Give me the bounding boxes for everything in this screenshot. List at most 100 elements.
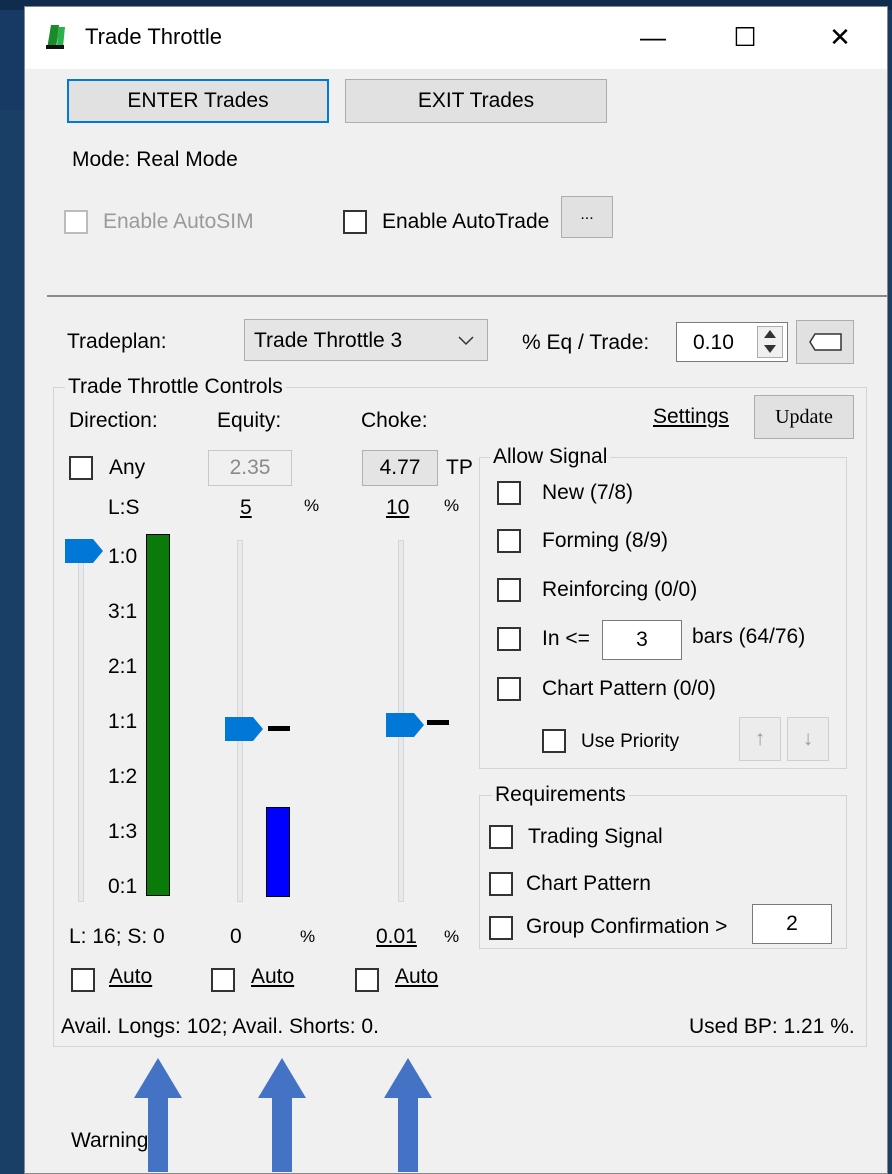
tag-button[interactable] — [796, 320, 854, 364]
arrow-up-icon — [258, 1058, 306, 1172]
title-bar: Trade Throttle — ☐ ✕ — [25, 7, 887, 69]
enable-autotrade-checkbox[interactable] — [343, 210, 367, 234]
tradeplan-value: Trade Throttle 3 — [254, 329, 403, 352]
trading-signal-label: Trading Signal — [528, 825, 663, 848]
choke-suffix: TP — [446, 456, 473, 479]
new-signal-checkbox[interactable] — [497, 481, 521, 505]
forming-signal-checkbox[interactable] — [497, 529, 521, 553]
trading-signal-checkbox[interactable] — [489, 825, 513, 849]
autotrade-settings-button[interactable]: ... — [561, 196, 613, 238]
eq-trade-value: 0.10 — [693, 331, 734, 354]
use-priority-checkbox[interactable] — [542, 729, 566, 753]
choke-slider-thumb[interactable] — [386, 713, 426, 737]
group-confirmation-checkbox[interactable] — [489, 916, 513, 940]
direction-auto-label[interactable]: Auto — [109, 965, 152, 989]
choke-auto-checkbox[interactable] — [355, 968, 379, 992]
choke-top-value[interactable]: 10 — [386, 496, 409, 520]
direction-tick-label: 1:2 — [108, 765, 138, 788]
choke-bottom-value[interactable]: 0.01 — [376, 925, 417, 949]
in-bars-suffix: bars (64/76) — [692, 625, 806, 648]
equity-top-value[interactable]: 5 — [240, 496, 252, 520]
equity-bottom-value: 0 — [230, 925, 242, 948]
arrow-up-icon — [384, 1058, 432, 1172]
update-button[interactable]: Update — [754, 395, 854, 439]
enter-trades-button[interactable]: ENTER Trades — [67, 79, 329, 123]
spinner-up-icon — [764, 330, 776, 338]
direction-slider-thumb[interactable] — [65, 539, 105, 563]
chevron-down-icon — [458, 336, 474, 346]
equity-top-unit: % — [304, 496, 320, 515]
window-title: Trade Throttle — [85, 24, 222, 49]
direction-tick-label: 1:3 — [108, 820, 138, 843]
direction-label: Direction: — [69, 409, 158, 432]
priority-up-button[interactable]: ↑ — [739, 717, 781, 761]
exit-trades-button[interactable]: EXIT Trades — [345, 79, 607, 123]
ratio-header: L:S — [108, 496, 140, 519]
choke-value-field: 4.77 — [362, 450, 438, 486]
long-short-summary: L: 16; S: 0 — [69, 925, 165, 948]
any-checkbox[interactable] — [69, 456, 93, 480]
chart-pattern-requirement-label: Chart Pattern — [526, 872, 651, 895]
requirements-title: Requirements — [492, 783, 629, 807]
in-bars-checkbox[interactable] — [497, 627, 521, 651]
direction-tick-label: 1:1 — [108, 710, 138, 733]
long-short-bar — [146, 534, 170, 896]
spinner-buttons[interactable] — [757, 326, 783, 358]
direction-tick-label: 0:1 — [108, 875, 138, 898]
spinner-down-icon — [764, 345, 776, 353]
direction-auto-checkbox[interactable] — [71, 968, 95, 992]
in-bars-prefix: In <= — [542, 627, 590, 650]
tag-icon — [809, 333, 842, 351]
priority-down-button[interactable]: ↓ — [787, 717, 829, 761]
reinforcing-signal-checkbox[interactable] — [497, 578, 521, 602]
available-positions-status: Avail. Longs: 102; Avail. Shorts: 0. — [61, 1015, 379, 1038]
group-confirmation-label: Group Confirmation > — [526, 915, 728, 938]
equity-auto-checkbox[interactable] — [211, 968, 235, 992]
arrow-up-icon — [134, 1058, 182, 1172]
mode-label: Mode: Real Mode — [72, 148, 238, 171]
equity-label: Equity: — [217, 409, 282, 432]
forming-signal-label: Forming (8/9) — [542, 529, 669, 552]
direction-tick-label: 2:1 — [108, 655, 138, 678]
used-bp-status: Used BP: 1.21 %. — [689, 1015, 855, 1038]
trade-throttle-window: Trade Throttle — ☐ ✕ ENTER Trades EXIT T… — [24, 6, 888, 1174]
close-button[interactable]: ✕ — [815, 17, 865, 57]
separator — [47, 295, 887, 297]
controls-group-title: Trade Throttle Controls — [65, 375, 286, 399]
direction-tick-label: 3:1 — [108, 600, 138, 623]
choke-marker — [427, 720, 449, 725]
use-priority-label: Use Priority — [581, 731, 680, 752]
direction-slider-track[interactable] — [78, 540, 84, 902]
app-icon — [46, 25, 65, 49]
direction-tick-label: 1:0 — [108, 545, 138, 568]
new-signal-label: New (7/8) — [542, 481, 634, 504]
equity-auto-label[interactable]: Auto — [251, 965, 294, 989]
chart-pattern-requirement-checkbox[interactable] — [489, 872, 513, 896]
eq-trade-label: % Eq / Trade: — [522, 331, 650, 354]
tradeplan-label: Tradeplan: — [67, 330, 167, 353]
choke-auto-label[interactable]: Auto — [395, 965, 438, 989]
maximize-button[interactable]: ☐ — [720, 17, 770, 57]
reinforcing-signal-label: Reinforcing (0/0) — [542, 578, 698, 601]
equity-slider-thumb[interactable] — [225, 717, 265, 741]
equity-value-field: 2.35 — [208, 450, 292, 486]
equity-bottom-unit: % — [300, 927, 316, 946]
enable-autosim-checkbox — [64, 210, 88, 234]
any-label: Any — [109, 456, 146, 479]
choke-top-unit: % — [444, 496, 460, 515]
tradeplan-select[interactable]: Trade Throttle 3 — [244, 319, 488, 361]
group-confirmation-input[interactable]: 2 — [752, 904, 832, 944]
equity-marker — [268, 726, 290, 731]
settings-link[interactable]: Settings — [653, 405, 729, 429]
chart-pattern-signal-checkbox[interactable] — [497, 677, 521, 701]
in-bars-input[interactable]: 3 — [602, 620, 682, 660]
choke-bottom-unit: % — [444, 927, 460, 946]
enable-autotrade-label: Enable AutoTrade — [382, 210, 550, 233]
equity-bar — [266, 807, 290, 897]
enable-autosim-label: Enable AutoSIM — [103, 210, 254, 233]
minimize-button[interactable]: — — [628, 17, 678, 57]
choke-label: Choke: — [361, 409, 428, 432]
allow-signal-title: Allow Signal — [490, 445, 611, 469]
eq-trade-stepper[interactable]: 0.10 — [676, 322, 788, 362]
chart-pattern-signal-label: Chart Pattern (0/0) — [542, 677, 716, 700]
